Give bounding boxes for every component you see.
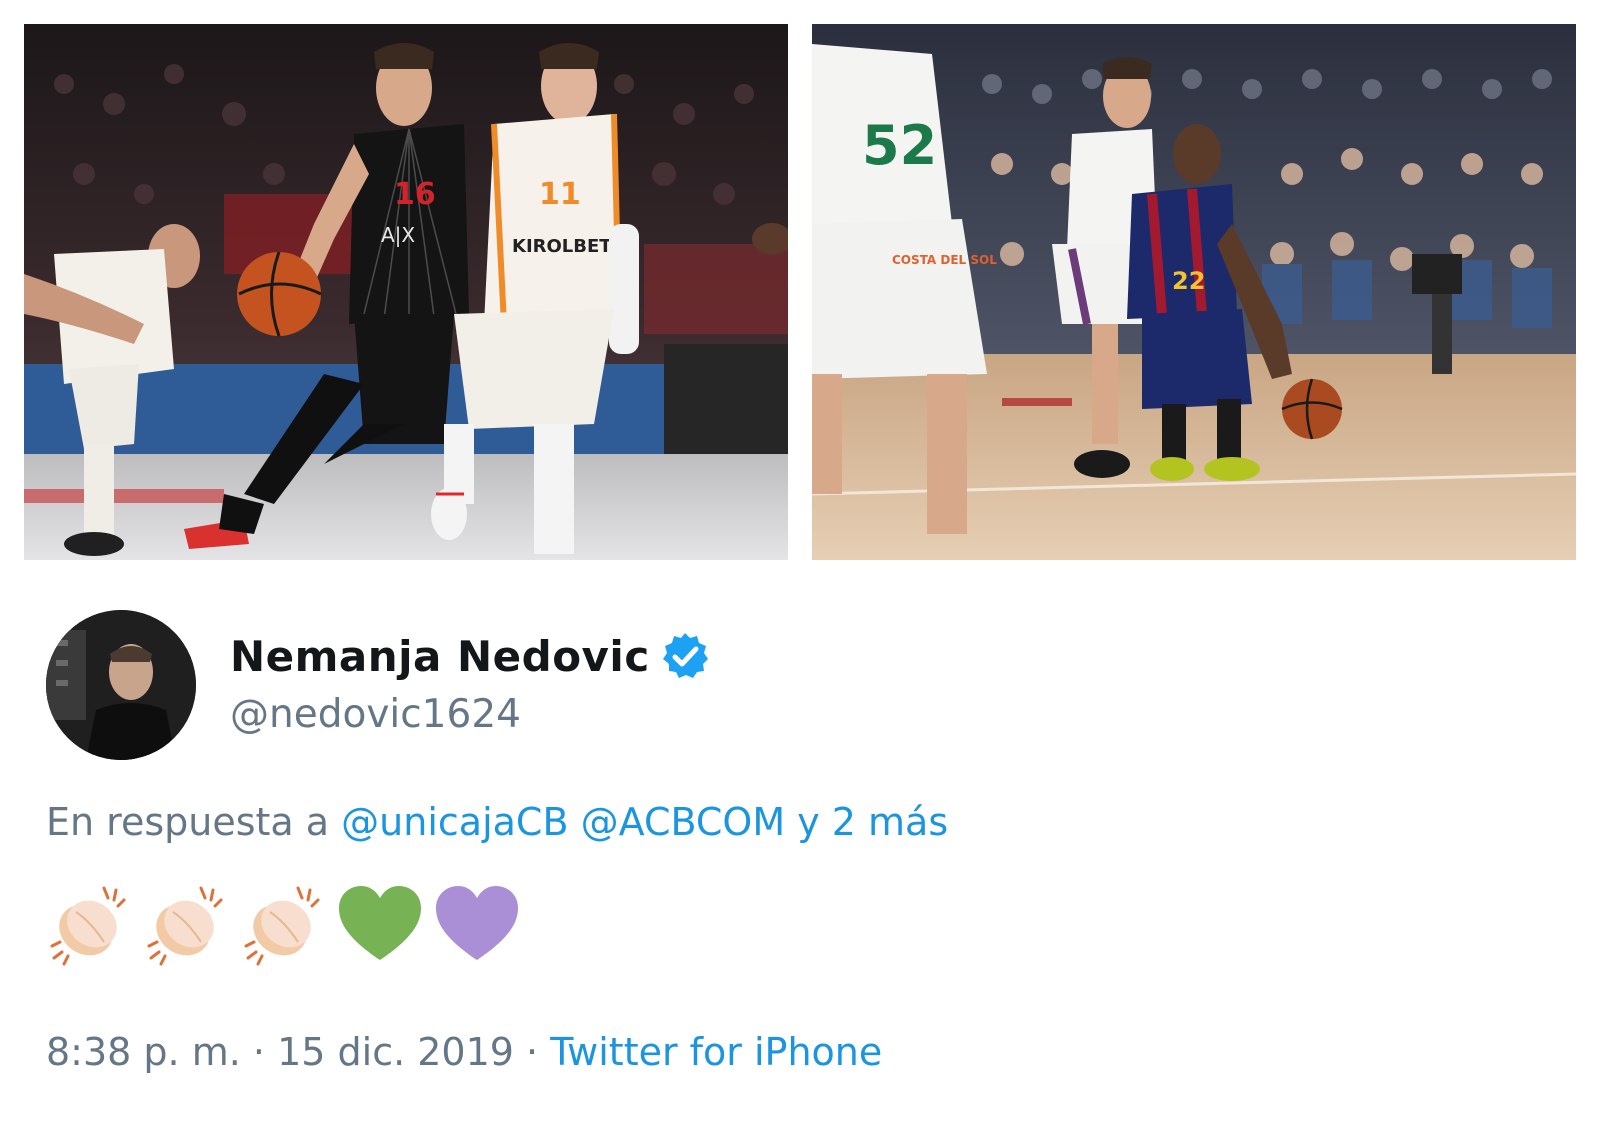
reply-context: En respuesta a @unicajaCB @ACBCOM y 2 má… — [46, 800, 948, 844]
author-display-name[interactable]: Nemanja Nedovic — [230, 632, 650, 681]
green-heart-icon — [339, 886, 421, 960]
mention-acbcom-link[interactable]: @ACBCOM — [581, 800, 786, 844]
clapping-hands-icon — [147, 886, 223, 966]
clapping-hands-icon — [50, 886, 126, 966]
tweet-time[interactable]: 8:38 p. m. — [46, 1030, 241, 1074]
svg-text:A|X: A|X — [381, 223, 415, 247]
tweet-source-link[interactable]: Twitter for iPhone — [550, 1030, 882, 1074]
meta-separator: · — [526, 1030, 539, 1074]
author-row: Nemanja Nedovic — [230, 628, 710, 684]
verified-badge-icon — [662, 633, 708, 678]
basketball-photo-left[interactable]: 16 A|X 11 KIROLBET — [24, 24, 788, 560]
svg-text:KIROLBET: KIROLBET — [512, 236, 612, 257]
clapping-hands-icon — [244, 886, 320, 966]
more-mentions-link[interactable]: y 2 más — [797, 800, 948, 844]
mention-unicajacb-link[interactable]: @unicajaCB — [341, 800, 568, 844]
basketball-photo-right[interactable]: 52 COSTA DEL SOL 22 — [812, 24, 1576, 560]
svg-text:COSTA DEL SOL: COSTA DEL SOL — [892, 253, 997, 267]
tweet-emoji-text — [46, 882, 531, 968]
tweet-meta: 8:38 p. m. · 15 dic. 2019 · Twitter for … — [46, 1030, 882, 1074]
svg-text:52: 52 — [862, 114, 937, 177]
purple-heart-icon — [436, 886, 518, 960]
svg-text:22: 22 — [1172, 267, 1205, 295]
author-handle[interactable]: @nedovic1624 — [230, 692, 521, 737]
tweet-date[interactable]: 15 dic. 2019 — [277, 1030, 514, 1074]
svg-text:11: 11 — [539, 177, 581, 212]
svg-text:16: 16 — [394, 177, 436, 212]
reply-prefix: En respuesta a — [46, 800, 330, 844]
meta-separator: · — [252, 1030, 265, 1074]
profile-avatar[interactable] — [46, 610, 196, 760]
